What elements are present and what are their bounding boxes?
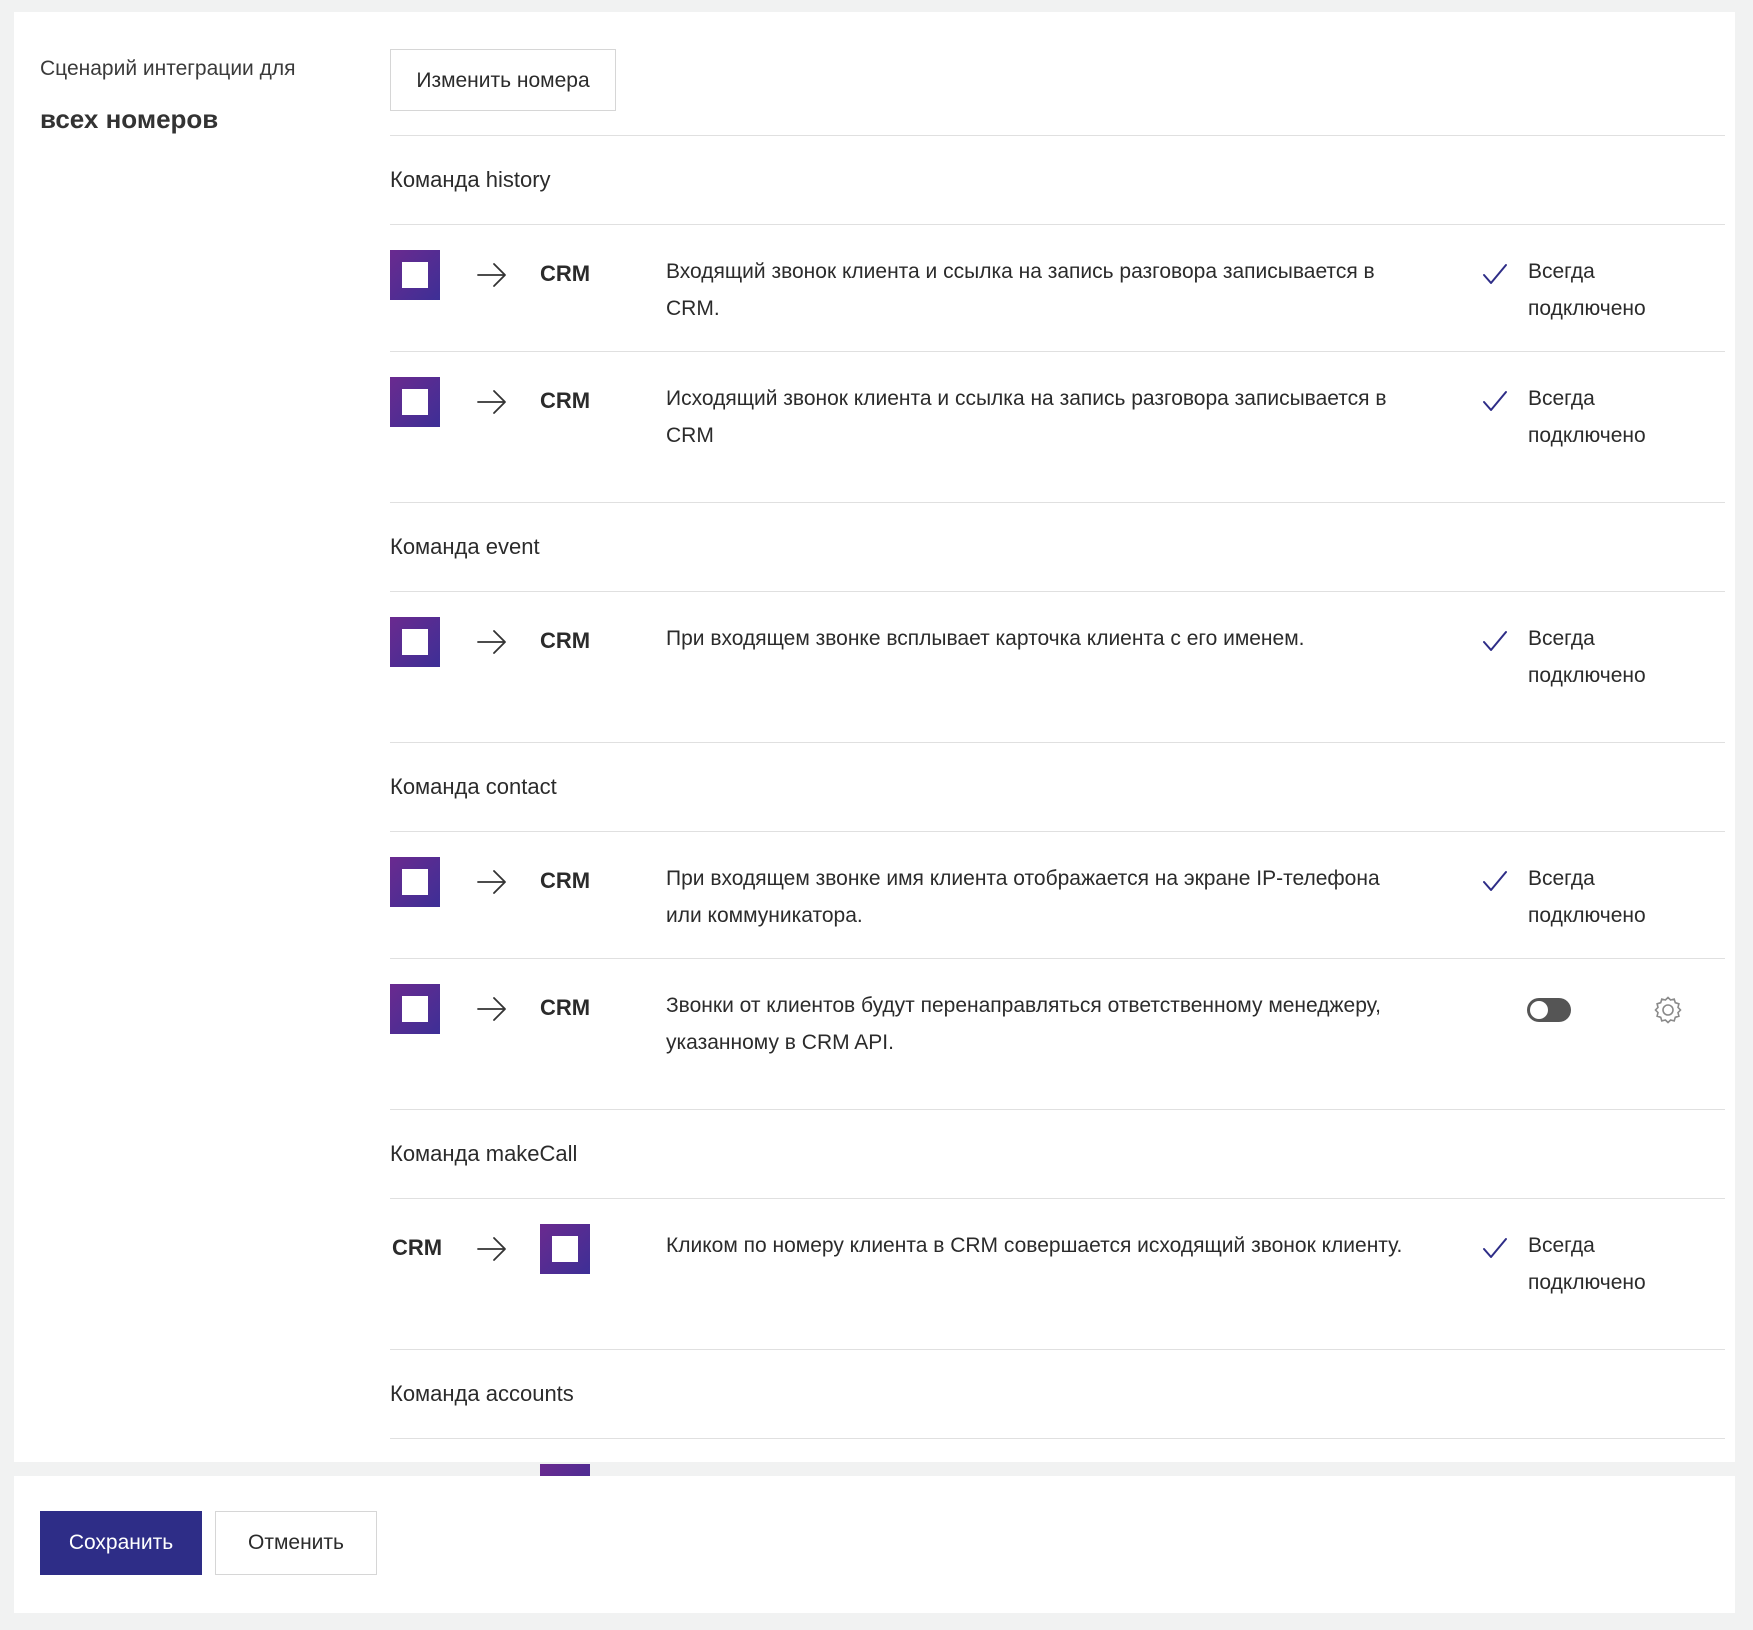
cancel-button[interactable]: Отменить <box>215 1511 377 1575</box>
group-title: Команда accounts <box>390 1349 1725 1438</box>
command-row: CRM Звонки от клиентов будут перенаправля… <box>390 958 1725 1085</box>
scenario-caption: Сценарий интеграции для <box>40 57 296 80</box>
check-icon <box>1482 389 1508 413</box>
crm-label: CRM <box>540 868 591 893</box>
footer-bar: Сохранить Отменить <box>14 1476 1735 1613</box>
status-text: Всегда подключено <box>1528 260 1646 320</box>
arrow-right-icon <box>476 1236 508 1262</box>
feature-toggle[interactable] <box>1527 998 1571 1022</box>
group-title: Команда history <box>390 135 1725 224</box>
arrow-right-icon <box>476 996 508 1022</box>
ats-logo-icon <box>390 984 440 1034</box>
arrow-right-icon <box>476 629 508 655</box>
command-description: Кликом по номеру клиента в CRM совершает… <box>666 1234 1403 1257</box>
ats-logo-icon <box>390 857 440 907</box>
command-row: CRM При входящем звонке имя клиента отобр… <box>390 831 1725 958</box>
arrow-right-icon <box>476 389 508 415</box>
check-icon <box>1482 869 1508 893</box>
status-text: Всегда подключено <box>1528 627 1646 687</box>
crm-label: CRM <box>540 628 591 653</box>
command-description: При входящем звонке имя клиента отобража… <box>666 867 1380 927</box>
group-title: Команда event <box>390 502 1725 591</box>
save-button[interactable]: Сохранить <box>40 1511 202 1575</box>
crm-label: CRM <box>540 261 591 286</box>
gear-icon[interactable] <box>1653 995 1683 1025</box>
command-row: CRM Кликом по номеру клиента в CRM соверш… <box>390 1198 1725 1325</box>
command-groups: Команда history CRM Входящий звонок клиент… <box>390 135 1725 1565</box>
crm-label: CRM <box>540 995 591 1020</box>
check-icon <box>1482 629 1508 653</box>
check-icon <box>1482 1236 1508 1260</box>
commands-panel: Изменить номера Команда history CRM Входящ… <box>390 49 1725 1565</box>
crm-label: CRM <box>392 1235 443 1260</box>
change-numbers-button[interactable]: Изменить номера <box>390 49 616 111</box>
integration-card: Сценарий интеграции для всех номеров Изм… <box>14 12 1735 1534</box>
status-text: Всегда подключено <box>1528 867 1646 927</box>
arrow-right-icon <box>476 869 508 895</box>
ats-logo-icon <box>390 250 440 300</box>
status-text: Всегда подключено <box>1528 387 1646 447</box>
crm-label: CRM <box>540 388 591 413</box>
group-title: Команда contact <box>390 742 1725 831</box>
command-row: CRM Входящий звонок клиента и ссылка на з… <box>390 224 1725 351</box>
scenario-label: Сценарий интеграции для всех номеров <box>40 54 340 135</box>
command-description: Исходящий звонок клиента и ссылка на зап… <box>666 387 1387 447</box>
arrow-right-icon <box>476 262 508 288</box>
group-title: Команда makeCall <box>390 1109 1725 1198</box>
ats-logo-icon <box>540 1224 590 1274</box>
check-icon <box>1482 262 1508 286</box>
ats-logo-icon <box>390 377 440 427</box>
scenario-value: всех номеров <box>40 104 219 134</box>
status-text: Всегда подключено <box>1528 1234 1646 1294</box>
ats-logo-icon <box>390 617 440 667</box>
command-row: CRM При входящем звонке всплывает карточк… <box>390 591 1725 718</box>
command-description: При входящем звонке всплывает карточка к… <box>666 627 1305 650</box>
command-row: CRM Исходящий звонок клиента и ссылка на … <box>390 351 1725 478</box>
command-description: Входящий звонок клиента и ссылка на запи… <box>666 260 1375 320</box>
command-description: Звонки от клиентов будут перенаправлятьс… <box>666 994 1381 1054</box>
